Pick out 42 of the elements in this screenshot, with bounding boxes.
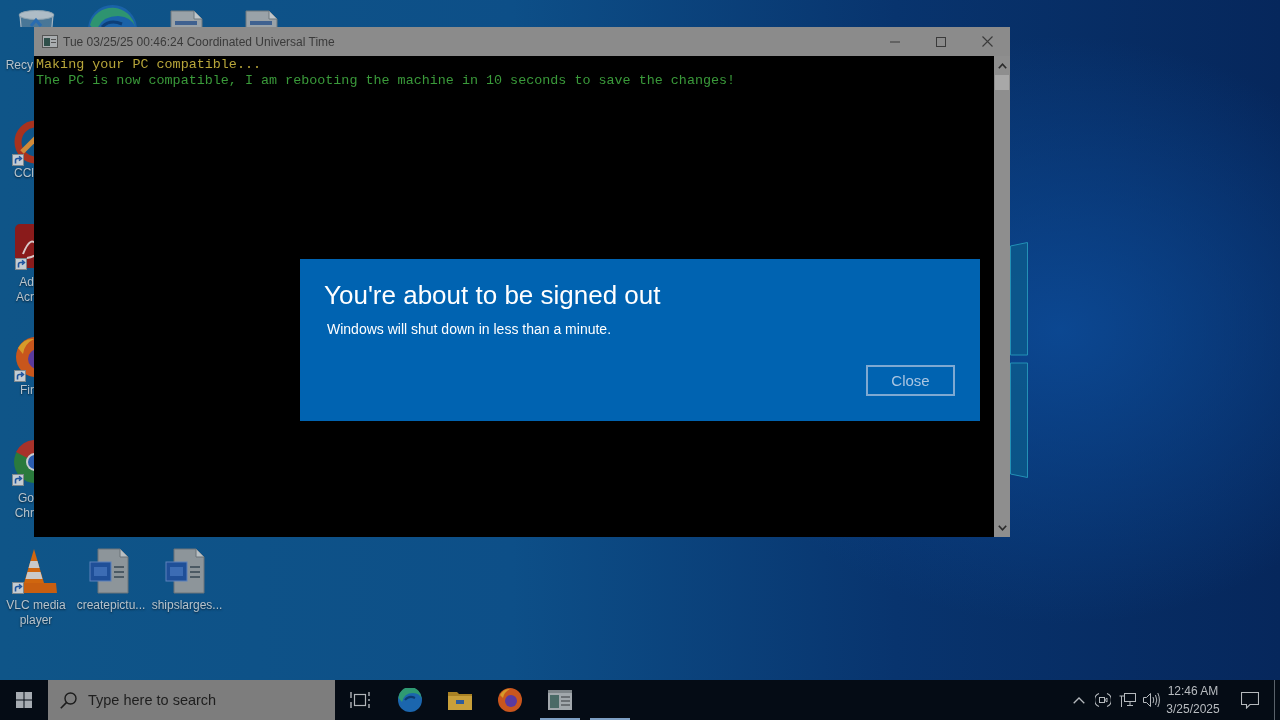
- search-icon: [60, 692, 77, 709]
- cleaner-app-icon[interactable]: [12, 120, 34, 166]
- document-icon[interactable]: [165, 548, 205, 594]
- desktop-icon-label[interactable]: createpictu...: [73, 598, 149, 613]
- desktop-icon-label[interactable]: shipslarges...: [149, 598, 225, 613]
- dialog-title: You're about to be signed out: [324, 280, 661, 310]
- start-icon[interactable]: [16, 692, 32, 708]
- task-view-icon[interactable]: [350, 691, 370, 709]
- vertical-scrollbar[interactable]: [994, 56, 1010, 537]
- search-field[interactable]: Type here to search: [48, 680, 335, 720]
- desktop-icon-label[interactable]: VLC media player: [0, 598, 72, 628]
- console-window-icon[interactable]: [548, 690, 572, 710]
- clock-date[interactable]: 3/25/2025: [1166, 700, 1220, 718]
- camera-icon[interactable]: [1095, 692, 1111, 708]
- desktop-icon-label[interactable]: Fir: [6, 383, 34, 398]
- volume-icon[interactable]: [1142, 692, 1160, 708]
- browser-icon[interactable]: [498, 688, 522, 712]
- clock-time[interactable]: 12:46 AM: [1167, 682, 1219, 700]
- desktop-icon-label[interactable]: Ad Acr: [10, 275, 34, 305]
- window-title: Tue 03/25/25 00:46:24 Coordinated Universal Time: [63, 34, 335, 49]
- desktop-icon-label[interactable]: CCl: [6, 166, 34, 181]
- desktop-icon-label[interactable]: Go Chr: [10, 491, 34, 521]
- browser-icon[interactable]: [398, 688, 422, 712]
- console-line: Making your PC compatible...: [36, 57, 261, 73]
- desktop-icon-label[interactable]: Recy: [5, 58, 33, 73]
- document-icon[interactable]: [170, 10, 203, 27]
- scroll-down-icon[interactable]: [997, 525, 1007, 531]
- dialog-button[interactable]: Close: [866, 365, 955, 396]
- network-icon[interactable]: [1118, 692, 1136, 708]
- folder-icon[interactable]: [448, 690, 472, 710]
- close-icon[interactable]: [981, 36, 993, 47]
- maximize-icon[interactable]: [936, 36, 946, 47]
- pdf-reader-icon[interactable]: [15, 224, 34, 270]
- scroll-up-icon[interactable]: [997, 63, 1007, 69]
- dialog-message: Windows will shut down in less than a minute.: [327, 320, 612, 338]
- console-window-icon: [42, 35, 58, 48]
- console-line: The PC is now compatible, I am rebooting the machine in 10 seconds to save the changes!: [36, 73, 736, 89]
- document-icon[interactable]: [245, 10, 278, 27]
- document-icon[interactable]: [89, 548, 129, 594]
- chevron-up-icon[interactable]: [1073, 696, 1085, 704]
- scrollbar-thumb[interactable]: [995, 75, 1009, 90]
- notification-icon[interactable]: [1241, 691, 1259, 709]
